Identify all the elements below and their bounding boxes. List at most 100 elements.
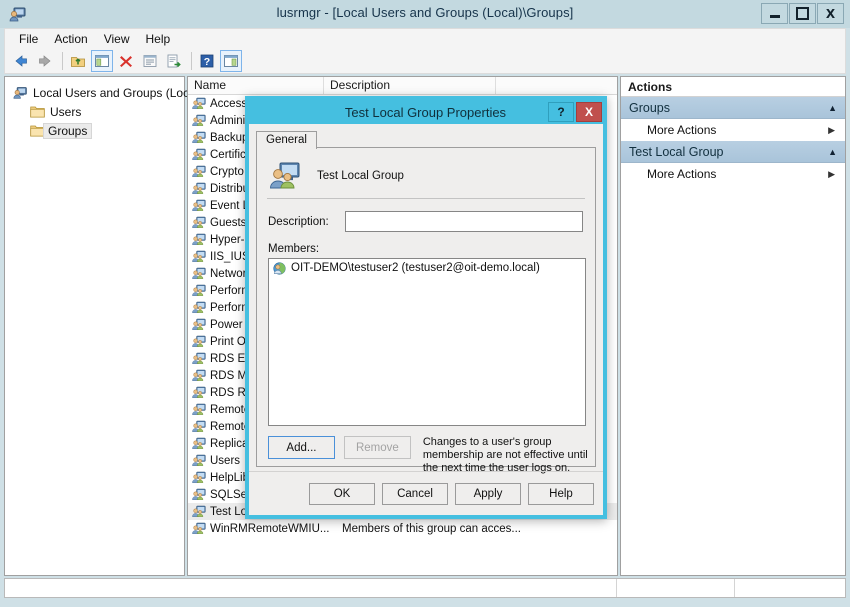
remove-member-button: Remove [343, 436, 411, 459]
menu-help[interactable]: Help [138, 30, 179, 48]
menu-action[interactable]: Action [46, 30, 95, 48]
group-icon [192, 488, 206, 501]
description-label: Description: [268, 215, 329, 228]
member-name-label: OIT-DEMO\testuser2 (testuser2@oit-demo.l… [291, 262, 540, 274]
group-icon [192, 420, 206, 433]
tab-page-general: Test Local Group Description: Members: O… [256, 147, 596, 474]
group-identity: Test Local Group [257, 148, 595, 192]
action-more-actions-test-local-group[interactable]: More Actions ▶ [621, 163, 845, 185]
maximize-button[interactable] [789, 3, 816, 24]
tree-item-users-label: Users [50, 104, 82, 119]
window-controls: X [761, 3, 844, 24]
group-icon [192, 216, 206, 229]
group-icon [192, 284, 206, 297]
column-header-name[interactable]: Name [188, 77, 324, 94]
group-icon [192, 267, 206, 280]
menu-file[interactable]: File [11, 30, 46, 48]
group-icon [192, 301, 206, 314]
toolbar: ? [4, 48, 846, 74]
delete-icon[interactable] [115, 50, 137, 72]
group-name-cell: WinRMRemoteWMIU... [210, 522, 330, 535]
dialog-title: Test Local Group Properties [344, 104, 507, 120]
group-properties-dialog: Test Local Group Properties ? X General [245, 96, 607, 519]
description-row: Description: [257, 199, 595, 232]
actions-pane-title: Actions [621, 77, 845, 97]
dialog-window-controls: ? X [548, 102, 603, 122]
group-name-text: Test Local Group [317, 170, 404, 182]
window-titlebar: lusrmgr - [Local Users and Groups (Local… [0, 0, 850, 28]
dialog-help-button[interactable]: ? [548, 102, 574, 122]
group-icon [192, 165, 206, 178]
user-icon [273, 261, 286, 275]
window-title: lusrmgr - [Local Users and Groups (Local… [276, 5, 574, 20]
status-pane-2 [617, 579, 735, 597]
console-tree: Local Users and Groups (Local) Users Gro… [5, 77, 202, 140]
dialog-close-button[interactable]: X [576, 102, 602, 122]
tree-item-users[interactable]: Users [11, 102, 184, 121]
column-header-filler [496, 77, 617, 94]
refresh-icon[interactable] [220, 49, 242, 72]
group-icon [192, 454, 206, 467]
dialog-titlebar: Test Local Group Properties ? X [249, 100, 603, 124]
group-icon [192, 318, 206, 331]
group-icon [192, 352, 206, 365]
apply-button[interactable]: Apply [455, 482, 521, 505]
dialog-tabstrip: General [256, 128, 317, 149]
member-list-item[interactable]: OIT-DEMO\testuser2 (testuser2@oit-demo.l… [269, 259, 585, 277]
group-icon [269, 161, 301, 191]
chevron-up-icon[interactable]: ▲ [828, 103, 837, 113]
group-icon [192, 199, 206, 212]
export-list-icon[interactable] [163, 50, 185, 72]
help-button[interactable]: Help [528, 482, 594, 505]
group-icon [192, 335, 206, 348]
group-icon [192, 505, 206, 518]
group-icon [192, 233, 206, 246]
dialog-footer: OK Cancel Apply Help [249, 471, 603, 515]
forward-icon[interactable] [34, 50, 56, 72]
group-icon [192, 131, 206, 144]
group-icon [192, 182, 206, 195]
description-input[interactable] [345, 211, 583, 232]
close-button[interactable]: X [817, 3, 844, 24]
actions-section-groups[interactable]: Groups ▲ [621, 97, 845, 119]
group-icon [192, 386, 206, 399]
tree-item-groups[interactable]: Groups [11, 121, 184, 140]
ok-button[interactable]: OK [309, 482, 375, 505]
group-icon [192, 97, 206, 110]
cancel-button[interactable]: Cancel [382, 482, 448, 505]
actions-pane: Actions Groups ▲ More Actions ▶ Test Loc… [620, 76, 846, 576]
actions-section-test-local-group[interactable]: Test Local Group ▲ [621, 141, 845, 163]
help-icon[interactable]: ? [196, 50, 218, 72]
column-header-description[interactable]: Description [324, 77, 496, 94]
up-one-level-icon[interactable] [67, 50, 89, 72]
svg-text:?: ? [204, 56, 210, 68]
action-more-actions-groups[interactable]: More Actions ▶ [621, 119, 845, 141]
actions-section-test-local-group-label: Test Local Group [629, 144, 724, 159]
group-icon [192, 250, 206, 263]
action-more-actions-groups-label: More Actions [647, 123, 717, 137]
tab-general[interactable]: General [256, 131, 317, 149]
back-icon[interactable] [10, 50, 32, 72]
dialog-body: General Test Local Group Description: Me… [249, 124, 603, 515]
table-row[interactable]: WinRMRemoteWMIU... Members of this group … [188, 520, 617, 537]
group-description-cell: Members of this group can acces... [342, 522, 521, 535]
action-more-actions-test-local-group-label: More Actions [647, 167, 717, 181]
console-tree-pane: Local Users and Groups (Local) Users Gro… [4, 76, 202, 576]
lusrmgr-window: lusrmgr - [Local Users and Groups (Local… [0, 0, 850, 607]
member-buttons-row: Add... Remove Changes to a user's group … [257, 426, 595, 475]
members-listbox[interactable]: OIT-DEMO\testuser2 (testuser2@oit-demo.l… [268, 258, 586, 426]
chevron-right-icon: ▶ [828, 168, 835, 179]
group-icon [192, 437, 206, 450]
actions-section-groups-label: Groups [629, 100, 670, 115]
show-hide-console-tree-icon[interactable] [91, 49, 113, 72]
group-icon [192, 522, 206, 535]
chevron-up-icon[interactable]: ▲ [828, 147, 837, 157]
group-icon [192, 403, 206, 416]
menu-view[interactable]: View [96, 30, 138, 48]
minimize-button[interactable] [761, 3, 788, 24]
tree-item-root[interactable]: Local Users and Groups (Local) [11, 83, 202, 102]
properties-icon[interactable] [139, 50, 161, 72]
add-member-button[interactable]: Add... [268, 436, 335, 459]
group-icon [192, 471, 206, 484]
chevron-right-icon: ▶ [828, 124, 835, 135]
